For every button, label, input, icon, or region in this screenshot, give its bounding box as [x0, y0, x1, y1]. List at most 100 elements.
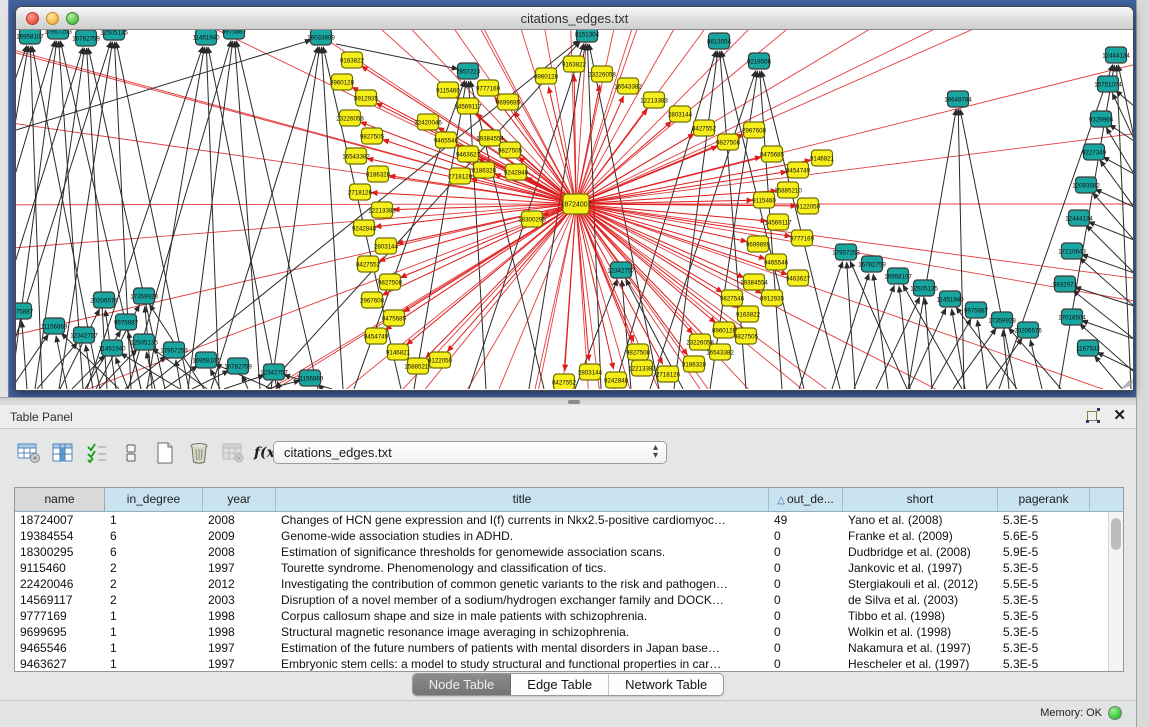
graph-node-yellow[interactable]: 9146821	[810, 150, 835, 166]
graph-node-teal[interactable]: 9975887	[16, 303, 34, 319]
graph-node-yellow[interactable]: 8454749	[364, 328, 389, 344]
table-row[interactable]: 911546021997Tourette syndrome. Phenomeno…	[15, 560, 1123, 576]
splitter-handle-icon[interactable]	[568, 400, 580, 404]
memory-status-indicator[interactable]	[1108, 706, 1122, 720]
tab-network-table[interactable]: Network Table	[609, 674, 723, 695]
graph-node-yellow[interactable]: 8122050	[428, 352, 453, 368]
network-graph[interactable]: 1695810717957253167827591250513511451940…	[16, 30, 1133, 389]
table-cell-in_degree[interactable]: 2	[105, 576, 203, 592]
table-cell-short[interactable]: Hescheler et al. (1997)	[843, 656, 998, 672]
graph-node-teal[interactable]: 12444134	[1102, 47, 1130, 63]
graph-node-teal[interactable]: 17210643	[1058, 243, 1086, 259]
column-header-out_degree[interactable]: △out_de...	[769, 488, 843, 511]
table-cell-name[interactable]: 9463627	[15, 656, 105, 672]
table-cell-in_degree[interactable]: 1	[105, 624, 203, 640]
table-cell-pagerank[interactable]: 5.5E-5	[998, 576, 1090, 592]
graph-node-teal[interactable]: 16958107	[192, 352, 220, 368]
graph-node-yellow[interactable]: 9242848	[352, 220, 377, 236]
network-canvas[interactable]: 1695810717957253167827591250513511451940…	[16, 30, 1133, 389]
graph-node-teal[interactable]: 9227349	[1082, 144, 1107, 160]
graph-node-teal[interactable]: 12093582	[1072, 177, 1100, 193]
column-header-title[interactable]: title	[276, 488, 769, 511]
horizontal-splitter[interactable]	[0, 397, 1136, 405]
graph-node-teal[interactable]: 17957253	[832, 244, 860, 260]
graph-node-teal[interactable]: 9975887	[964, 302, 989, 318]
table-cell-name[interactable]: 9115460	[15, 560, 105, 576]
table-cell-short[interactable]: de Silva et al. (2003)	[843, 592, 998, 608]
resize-grip-icon[interactable]	[1117, 373, 1131, 387]
graph-node-teal[interactable]: 16782759	[72, 30, 100, 46]
table-cell-out_degree[interactable]: 0	[769, 560, 843, 576]
table-row[interactable]: 977716911998Corpus callosum shape and si…	[15, 608, 1123, 624]
graph-node-yellow[interactable]: 8427552	[356, 256, 381, 272]
table-cell-in_degree[interactable]: 1	[105, 640, 203, 656]
table-cell-in_degree[interactable]: 6	[105, 544, 203, 560]
table-cell-out_degree[interactable]: 0	[769, 576, 843, 592]
graph-node-teal[interactable]: 8151304	[575, 30, 600, 42]
graph-node-yellow[interactable]: 8186328	[472, 162, 497, 178]
table-cell-name[interactable]: 22420046	[15, 576, 105, 592]
graph-node-yellow[interactable]: 9699695	[496, 94, 521, 110]
table-row[interactable]: 946554611997Estimation of the future num…	[15, 640, 1123, 656]
show-columns-icon[interactable]	[48, 439, 78, 467]
table-row[interactable]: 946362711997Embryonic stem cells: a mode…	[15, 656, 1123, 672]
graph-node-teal[interactable]: 12505135	[130, 334, 158, 350]
table-row[interactable]: 1830029562008Estimation of significance …	[15, 544, 1123, 560]
table-cell-in_degree[interactable]: 2	[105, 592, 203, 608]
graph-node-yellow[interactable]: 16543382	[614, 78, 642, 94]
graph-node-yellow[interactable]: 9465546	[764, 254, 789, 270]
table-cell-title[interactable]: Structural magnetic resonance image aver…	[276, 624, 769, 640]
graph-node-yellow[interactable]: 8122050	[796, 198, 821, 214]
column-header-year[interactable]: year	[203, 488, 276, 511]
graph-node-yellow[interactable]: 9242848	[504, 164, 529, 180]
graph-node-yellow[interactable]: 9163822	[340, 52, 365, 68]
graph-node-yellow[interactable]: 8475685	[760, 146, 785, 162]
table-cell-short[interactable]: Nakamura et al. (1997)	[843, 640, 998, 656]
graph-node-teal[interactable]: 20206576	[90, 292, 118, 308]
table-cell-out_degree[interactable]: 0	[769, 624, 843, 640]
graph-node-yellow[interactable]: 9827505	[360, 128, 385, 144]
graph-node-yellow[interactable]: 9827508	[626, 344, 651, 360]
graph-node-teal[interactable]: 11451940	[98, 340, 126, 356]
table-cell-year[interactable]: 1997	[203, 640, 276, 656]
table-cell-title[interactable]: Embryonic stem cells: a model to study s…	[276, 656, 769, 672]
graph-node-yellow[interactable]: 2718126	[348, 184, 373, 200]
table-cell-name[interactable]: 9777169	[15, 608, 105, 624]
graph-node-yellow[interactable]: 9777169	[476, 80, 501, 96]
table-cell-short[interactable]: Tibbo et al. (1998)	[843, 608, 998, 624]
graph-node-teal[interactable]: 8813054	[707, 33, 732, 49]
table-cell-name[interactable]: 9465546	[15, 640, 105, 656]
table-row[interactable]: 1872400712008Changes of HCN gene express…	[15, 512, 1123, 528]
graph-node-yellow[interactable]: 16543382	[342, 148, 370, 164]
table-cell-year[interactable]: 1997	[203, 560, 276, 576]
graph-node-yellow[interactable]: 8960128	[712, 322, 737, 338]
graph-node-teal[interactable]: 16782759	[858, 256, 886, 272]
graph-node-teal[interactable]: 17359928	[988, 312, 1016, 328]
graph-node-yellow[interactable]: 9115460	[752, 192, 776, 208]
graph-node-yellow[interactable]: 8912935	[760, 290, 785, 306]
table-cell-title[interactable]: Disruption of a novel member of a sodium…	[276, 592, 769, 608]
table-cell-in_degree[interactable]: 2	[105, 560, 203, 576]
graph-node-yellow[interactable]: 9827508	[716, 134, 741, 150]
graph-node-yellow[interactable]: 9777169	[790, 230, 815, 246]
table-cell-title[interactable]: Estimation of significance thresholds fo…	[276, 544, 769, 560]
table-cell-in_degree[interactable]: 1	[105, 608, 203, 624]
table-cell-title[interactable]: Genome-wide association studies in ADHD.	[276, 528, 769, 544]
graph-node-teal[interactable]: 15751074	[1094, 76, 1122, 92]
graph-node-yellow[interactable]: 9463627	[456, 146, 481, 162]
table-cell-pagerank[interactable]: 5.6E-5	[998, 528, 1090, 544]
table-cell-year[interactable]: 1997	[203, 656, 276, 672]
graph-node-yellow[interactable]: 12213383	[640, 92, 668, 108]
graph-node-teal[interactable]: 16033809	[307, 30, 335, 45]
graph-node-yellow[interactable]: 8475685	[382, 310, 407, 326]
table-cell-out_degree[interactable]: 0	[769, 640, 843, 656]
table-cell-in_degree[interactable]: 6	[105, 528, 203, 544]
delete-rows-icon[interactable]	[184, 439, 214, 467]
table-cell-pagerank[interactable]: 5.3E-5	[998, 560, 1090, 576]
graph-node-teal[interactable]: 16782759	[224, 358, 252, 374]
table-cell-year[interactable]: 2008	[203, 512, 276, 528]
tab-edge-table[interactable]: Edge Table	[511, 674, 609, 695]
table-cell-title[interactable]: Changes of HCN gene expression and I(f) …	[276, 512, 769, 528]
column-header-pagerank[interactable]: pagerank	[998, 488, 1090, 511]
table-row[interactable]: 969969511998Structural magnetic resonanc…	[15, 624, 1123, 640]
